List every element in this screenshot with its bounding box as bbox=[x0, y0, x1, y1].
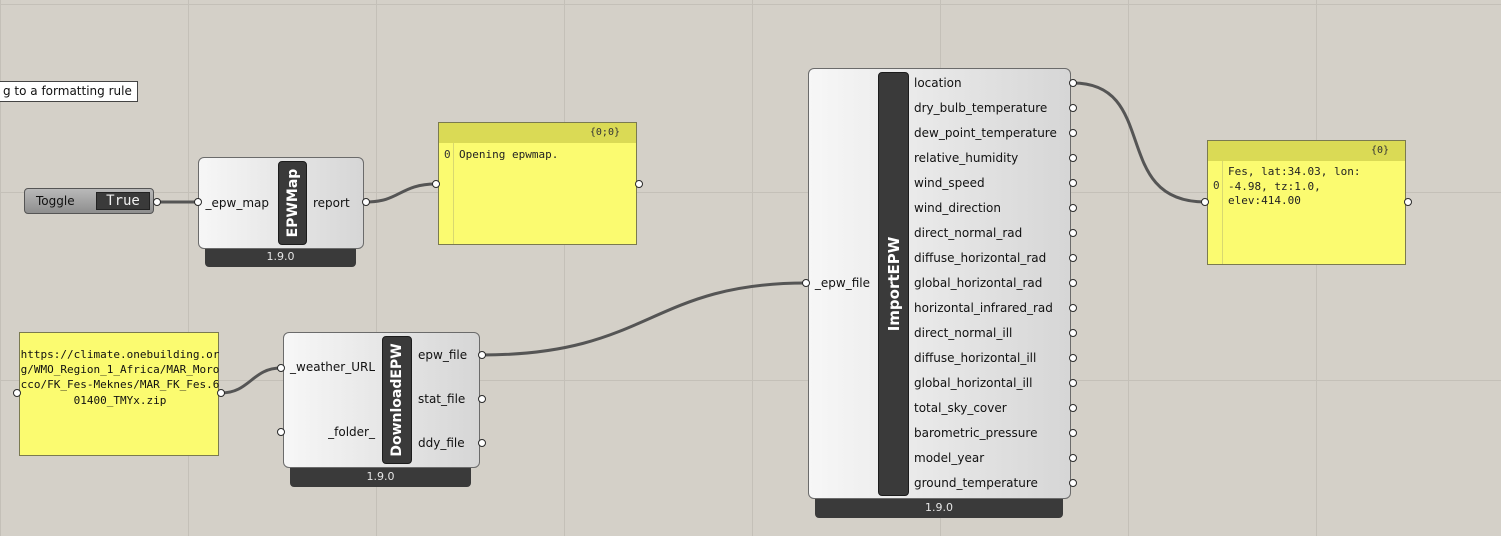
downloadepw-input-folder: _folder_ bbox=[328, 425, 375, 439]
url-panel-output-port[interactable] bbox=[217, 389, 225, 397]
importepw-component[interactable]: _epw_file ImportEPW location dry_bulb_tem… bbox=[808, 68, 1071, 499]
downloadepw-title-band: DownloadEPW bbox=[382, 336, 412, 464]
epwmap-input-label: _epw_map bbox=[205, 196, 269, 210]
importepw-output-label: location bbox=[914, 76, 962, 90]
epwmap-component[interactable]: _epw_map EPWMap report bbox=[198, 157, 364, 249]
importepw-output-label: direct_normal_ill bbox=[914, 326, 1013, 340]
downloadepw-version: 1.9.0 bbox=[290, 468, 471, 487]
report-panel-input-port[interactable] bbox=[432, 180, 440, 188]
downloadepw-output-stat-file: stat_file bbox=[418, 392, 466, 406]
downloadepw-input-port-folder[interactable] bbox=[277, 428, 285, 436]
epwmap-title: EPWMap bbox=[284, 168, 301, 238]
importepw-output-port[interactable] bbox=[1069, 204, 1077, 212]
importepw-output-label: dew_point_temperature bbox=[914, 126, 1057, 140]
toggle-output-port[interactable] bbox=[153, 198, 161, 206]
epwmap-output-label: report bbox=[313, 196, 350, 210]
importepw-output-label: model_year bbox=[914, 451, 985, 465]
importepw-output-label: barometric_pressure bbox=[914, 426, 1038, 440]
importepw-title: ImportEPW bbox=[884, 236, 903, 332]
report-panel-index: 0 bbox=[444, 148, 451, 161]
location-panel-divider bbox=[1222, 161, 1223, 264]
importepw-output-label: dry_bulb_temperature bbox=[914, 101, 1048, 115]
importepw-output-port[interactable] bbox=[1069, 404, 1077, 412]
downloadepw-input-weather-url: _weather_URL bbox=[290, 360, 375, 374]
importepw-output-port[interactable] bbox=[1069, 329, 1077, 337]
importepw-output-port[interactable] bbox=[1069, 229, 1077, 237]
importepw-output-port[interactable] bbox=[1069, 254, 1077, 262]
downloadepw-input-port-weather-url[interactable] bbox=[277, 364, 285, 372]
importepw-version: 1.9.0 bbox=[815, 499, 1063, 518]
importepw-output-port[interactable] bbox=[1069, 479, 1077, 487]
toggle-label: Toggle bbox=[36, 194, 75, 208]
importepw-output-port[interactable] bbox=[1069, 104, 1077, 112]
downloadepw-output-port-epw-file[interactable] bbox=[478, 351, 486, 359]
wire-report-panel bbox=[365, 182, 437, 204]
epwmap-output-port[interactable] bbox=[362, 198, 370, 206]
importepw-output-label: wind_speed bbox=[914, 176, 985, 190]
importepw-output-label: diffuse_horizontal_ill bbox=[914, 351, 1037, 365]
importepw-output-port[interactable] bbox=[1069, 79, 1077, 87]
importepw-output-port[interactable] bbox=[1069, 129, 1077, 137]
importepw-output-port[interactable] bbox=[1069, 354, 1077, 362]
importepw-output-label: horizontal_infrared_rad bbox=[914, 301, 1053, 315]
importepw-output-port[interactable] bbox=[1069, 279, 1077, 287]
importepw-output-port[interactable] bbox=[1069, 379, 1077, 387]
downloadepw-title: DownloadEPW bbox=[389, 343, 405, 457]
wire-layer bbox=[156, 81, 1206, 395]
boolean-toggle[interactable]: Toggle True bbox=[24, 188, 154, 214]
importepw-output-label: diffuse_horizontal_rad bbox=[914, 251, 1047, 265]
importepw-output-port[interactable] bbox=[1069, 304, 1077, 312]
importepw-title-band: ImportEPW bbox=[878, 72, 909, 496]
importepw-output-port[interactable] bbox=[1069, 454, 1077, 462]
importepw-output-label: ground_temperature bbox=[914, 476, 1038, 490]
url-panel-input-port[interactable] bbox=[13, 389, 21, 397]
epwmap-input-port[interactable] bbox=[194, 198, 202, 206]
downloadepw-output-port-ddy-file[interactable] bbox=[478, 439, 486, 447]
importepw-output-label: global_horizontal_ill bbox=[914, 376, 1033, 390]
importepw-input-port[interactable] bbox=[802, 279, 810, 287]
importepw-output-port[interactable] bbox=[1069, 429, 1077, 437]
location-panel-input-port[interactable] bbox=[1201, 198, 1209, 206]
location-panel-index: 0 bbox=[1213, 179, 1220, 192]
importepw-output-label: wind_direction bbox=[914, 201, 1001, 215]
importepw-output-label: relative_humidity bbox=[914, 151, 1019, 165]
location-panel[interactable]: {0} 0 Fes, lat:34.03, lon: -4.98, tz:1.0… bbox=[1207, 140, 1406, 265]
tooltip: g to a formatting rule bbox=[0, 81, 138, 102]
url-panel[interactable]: https://climate.onebuilding.org/WMO_Regi… bbox=[19, 332, 219, 456]
importepw-output-label: global_horizontal_rad bbox=[914, 276, 1043, 290]
importepw-input-label: _epw_file bbox=[814, 276, 870, 290]
report-panel-header: {0;0} bbox=[439, 123, 636, 143]
report-panel-output-port[interactable] bbox=[635, 180, 643, 188]
location-panel-text: Fes, lat:34.03, lon: -4.98, tz:1.0, elev… bbox=[1228, 165, 1361, 207]
toggle-value-button[interactable]: True bbox=[96, 192, 150, 210]
importepw-output-label: total_sky_cover bbox=[914, 401, 1007, 415]
epwmap-version: 1.9.0 bbox=[205, 249, 356, 267]
importepw-output-port[interactable] bbox=[1069, 154, 1077, 162]
url-panel-text: https://climate.onebuilding.org/WMO_Regi… bbox=[20, 348, 220, 407]
wire-location-panel bbox=[1072, 81, 1206, 204]
location-panel-header: {0} bbox=[1208, 141, 1405, 161]
epwmap-title-band: EPWMap bbox=[278, 161, 307, 245]
location-panel-output-port[interactable] bbox=[1404, 198, 1412, 206]
importepw-output-label: direct_normal_rad bbox=[914, 226, 1023, 240]
downloadepw-component[interactable]: _weather_URL _folder_ DownloadEPW epw_fi… bbox=[283, 332, 480, 468]
wire-url-download bbox=[220, 366, 282, 395]
downloadepw-output-port-stat-file[interactable] bbox=[478, 395, 486, 403]
report-panel-text: Opening epwmap. bbox=[459, 148, 559, 161]
report-panel[interactable]: {0;0} 0 Opening epwmap. bbox=[438, 122, 637, 245]
wire-epwfile-import bbox=[481, 281, 807, 357]
report-panel-divider bbox=[453, 143, 454, 244]
importepw-output-port[interactable] bbox=[1069, 179, 1077, 187]
downloadepw-output-epw-file: epw_file bbox=[418, 348, 468, 362]
downloadepw-output-ddy-file: ddy_file bbox=[418, 436, 465, 450]
